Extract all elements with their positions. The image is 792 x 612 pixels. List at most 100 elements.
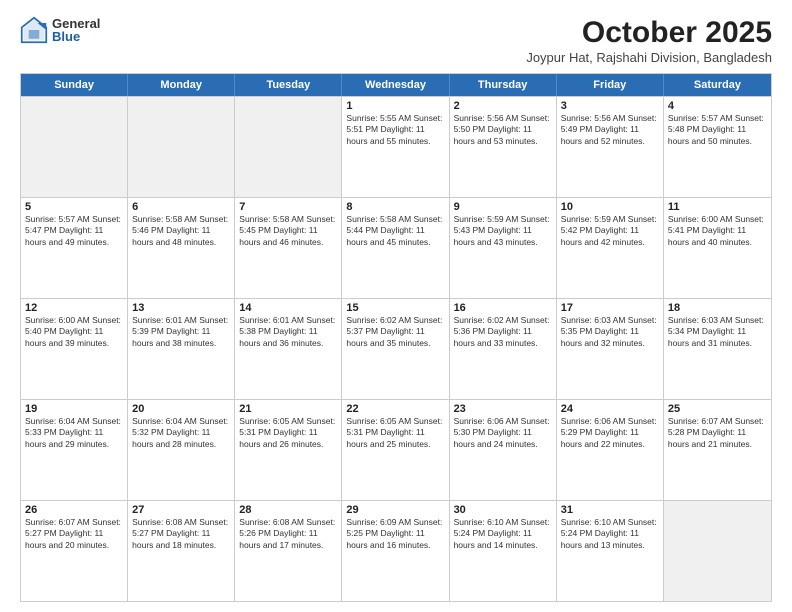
cell-content: Sunrise: 6:05 AM Sunset: 5:31 PM Dayligh… — [346, 416, 444, 450]
cal-cell: 7Sunrise: 5:58 AM Sunset: 5:45 PM Daylig… — [235, 198, 342, 298]
header-day-sunday: Sunday — [21, 74, 128, 96]
cell-content: Sunrise: 6:10 AM Sunset: 5:24 PM Dayligh… — [454, 517, 552, 551]
day-number: 28 — [239, 504, 337, 516]
cell-content: Sunrise: 6:10 AM Sunset: 5:24 PM Dayligh… — [561, 517, 659, 551]
cal-cell: 5Sunrise: 5:57 AM Sunset: 5:47 PM Daylig… — [21, 198, 128, 298]
day-number: 7 — [239, 201, 337, 213]
cell-content: Sunrise: 6:07 AM Sunset: 5:27 PM Dayligh… — [25, 517, 123, 551]
cell-content: Sunrise: 6:04 AM Sunset: 5:32 PM Dayligh… — [132, 416, 230, 450]
cell-content: Sunrise: 5:56 AM Sunset: 5:50 PM Dayligh… — [454, 113, 552, 147]
day-number: 15 — [346, 302, 444, 314]
cal-cell — [128, 97, 235, 197]
day-number: 24 — [561, 403, 659, 415]
day-number: 16 — [454, 302, 552, 314]
cal-cell: 1Sunrise: 5:55 AM Sunset: 5:51 PM Daylig… — [342, 97, 449, 197]
day-number: 31 — [561, 504, 659, 516]
cal-cell: 23Sunrise: 6:06 AM Sunset: 5:30 PM Dayli… — [450, 400, 557, 500]
title-block: October 2025 Joypur Hat, Rajshahi Divisi… — [526, 16, 772, 65]
cal-cell: 2Sunrise: 5:56 AM Sunset: 5:50 PM Daylig… — [450, 97, 557, 197]
cell-content: Sunrise: 5:57 AM Sunset: 5:48 PM Dayligh… — [668, 113, 767, 147]
logo-blue: Blue — [52, 30, 100, 43]
day-number: 26 — [25, 504, 123, 516]
cell-content: Sunrise: 6:04 AM Sunset: 5:33 PM Dayligh… — [25, 416, 123, 450]
day-number: 19 — [25, 403, 123, 415]
calendar-header: SundayMondayTuesdayWednesdayThursdayFrid… — [21, 74, 771, 96]
month-title: October 2025 — [526, 16, 772, 50]
cell-content: Sunrise: 5:56 AM Sunset: 5:49 PM Dayligh… — [561, 113, 659, 147]
cell-content: Sunrise: 6:01 AM Sunset: 5:38 PM Dayligh… — [239, 315, 337, 349]
cal-cell: 18Sunrise: 6:03 AM Sunset: 5:34 PM Dayli… — [664, 299, 771, 399]
cal-cell: 13Sunrise: 6:01 AM Sunset: 5:39 PM Dayli… — [128, 299, 235, 399]
week-row-1: 1Sunrise: 5:55 AM Sunset: 5:51 PM Daylig… — [21, 96, 771, 197]
day-number: 18 — [668, 302, 767, 314]
day-number: 30 — [454, 504, 552, 516]
cell-content: Sunrise: 5:59 AM Sunset: 5:43 PM Dayligh… — [454, 214, 552, 248]
cal-cell: 22Sunrise: 6:05 AM Sunset: 5:31 PM Dayli… — [342, 400, 449, 500]
page-header: General Blue October 2025 Joypur Hat, Ra… — [20, 16, 772, 65]
day-number: 4 — [668, 100, 767, 112]
cell-content: Sunrise: 5:58 AM Sunset: 5:45 PM Dayligh… — [239, 214, 337, 248]
day-number: 27 — [132, 504, 230, 516]
day-number: 14 — [239, 302, 337, 314]
cal-cell: 19Sunrise: 6:04 AM Sunset: 5:33 PM Dayli… — [21, 400, 128, 500]
cal-cell: 12Sunrise: 6:00 AM Sunset: 5:40 PM Dayli… — [21, 299, 128, 399]
day-number: 25 — [668, 403, 767, 415]
week-row-2: 5Sunrise: 5:57 AM Sunset: 5:47 PM Daylig… — [21, 197, 771, 298]
cal-cell: 9Sunrise: 5:59 AM Sunset: 5:43 PM Daylig… — [450, 198, 557, 298]
week-row-5: 26Sunrise: 6:07 AM Sunset: 5:27 PM Dayli… — [21, 500, 771, 601]
day-number: 22 — [346, 403, 444, 415]
location-subtitle: Joypur Hat, Rajshahi Division, Banglades… — [526, 50, 772, 65]
cell-content: Sunrise: 6:00 AM Sunset: 5:40 PM Dayligh… — [25, 315, 123, 349]
cal-cell: 21Sunrise: 6:05 AM Sunset: 5:31 PM Dayli… — [235, 400, 342, 500]
cell-content: Sunrise: 5:58 AM Sunset: 5:44 PM Dayligh… — [346, 214, 444, 248]
logo: General Blue — [20, 16, 100, 44]
cal-cell: 29Sunrise: 6:09 AM Sunset: 5:25 PM Dayli… — [342, 501, 449, 601]
day-number: 20 — [132, 403, 230, 415]
cell-content: Sunrise: 5:58 AM Sunset: 5:46 PM Dayligh… — [132, 214, 230, 248]
cell-content: Sunrise: 6:00 AM Sunset: 5:41 PM Dayligh… — [668, 214, 767, 248]
cell-content: Sunrise: 5:59 AM Sunset: 5:42 PM Dayligh… — [561, 214, 659, 248]
cal-cell — [235, 97, 342, 197]
cal-cell: 26Sunrise: 6:07 AM Sunset: 5:27 PM Dayli… — [21, 501, 128, 601]
cal-cell: 27Sunrise: 6:08 AM Sunset: 5:27 PM Dayli… — [128, 501, 235, 601]
calendar-page: General Blue October 2025 Joypur Hat, Ra… — [0, 0, 792, 612]
cal-cell: 15Sunrise: 6:02 AM Sunset: 5:37 PM Dayli… — [342, 299, 449, 399]
cell-content: Sunrise: 6:03 AM Sunset: 5:35 PM Dayligh… — [561, 315, 659, 349]
calendar-body: 1Sunrise: 5:55 AM Sunset: 5:51 PM Daylig… — [21, 96, 771, 601]
cal-cell: 28Sunrise: 6:08 AM Sunset: 5:26 PM Dayli… — [235, 501, 342, 601]
day-number: 13 — [132, 302, 230, 314]
day-number: 23 — [454, 403, 552, 415]
cal-cell: 3Sunrise: 5:56 AM Sunset: 5:49 PM Daylig… — [557, 97, 664, 197]
cell-content: Sunrise: 6:01 AM Sunset: 5:39 PM Dayligh… — [132, 315, 230, 349]
cell-content: Sunrise: 6:06 AM Sunset: 5:30 PM Dayligh… — [454, 416, 552, 450]
cal-cell: 4Sunrise: 5:57 AM Sunset: 5:48 PM Daylig… — [664, 97, 771, 197]
cell-content: Sunrise: 6:07 AM Sunset: 5:28 PM Dayligh… — [668, 416, 767, 450]
cal-cell: 30Sunrise: 6:10 AM Sunset: 5:24 PM Dayli… — [450, 501, 557, 601]
cal-cell: 8Sunrise: 5:58 AM Sunset: 5:44 PM Daylig… — [342, 198, 449, 298]
day-number: 21 — [239, 403, 337, 415]
header-day-friday: Friday — [557, 74, 664, 96]
logo-text: General Blue — [52, 17, 100, 43]
cell-content: Sunrise: 6:05 AM Sunset: 5:31 PM Dayligh… — [239, 416, 337, 450]
day-number: 10 — [561, 201, 659, 213]
day-number: 6 — [132, 201, 230, 213]
cal-cell — [21, 97, 128, 197]
cal-cell: 17Sunrise: 6:03 AM Sunset: 5:35 PM Dayli… — [557, 299, 664, 399]
day-number: 1 — [346, 100, 444, 112]
header-day-wednesday: Wednesday — [342, 74, 449, 96]
day-number: 5 — [25, 201, 123, 213]
calendar: SundayMondayTuesdayWednesdayThursdayFrid… — [20, 73, 772, 602]
cell-content: Sunrise: 6:08 AM Sunset: 5:26 PM Dayligh… — [239, 517, 337, 551]
day-number: 8 — [346, 201, 444, 213]
cal-cell: 31Sunrise: 6:10 AM Sunset: 5:24 PM Dayli… — [557, 501, 664, 601]
cell-content: Sunrise: 5:55 AM Sunset: 5:51 PM Dayligh… — [346, 113, 444, 147]
day-number: 12 — [25, 302, 123, 314]
cell-content: Sunrise: 6:06 AM Sunset: 5:29 PM Dayligh… — [561, 416, 659, 450]
day-number: 9 — [454, 201, 552, 213]
week-row-3: 12Sunrise: 6:00 AM Sunset: 5:40 PM Dayli… — [21, 298, 771, 399]
week-row-4: 19Sunrise: 6:04 AM Sunset: 5:33 PM Dayli… — [21, 399, 771, 500]
cal-cell: 25Sunrise: 6:07 AM Sunset: 5:28 PM Dayli… — [664, 400, 771, 500]
cal-cell: 24Sunrise: 6:06 AM Sunset: 5:29 PM Dayli… — [557, 400, 664, 500]
cell-content: Sunrise: 6:02 AM Sunset: 5:36 PM Dayligh… — [454, 315, 552, 349]
day-number: 29 — [346, 504, 444, 516]
